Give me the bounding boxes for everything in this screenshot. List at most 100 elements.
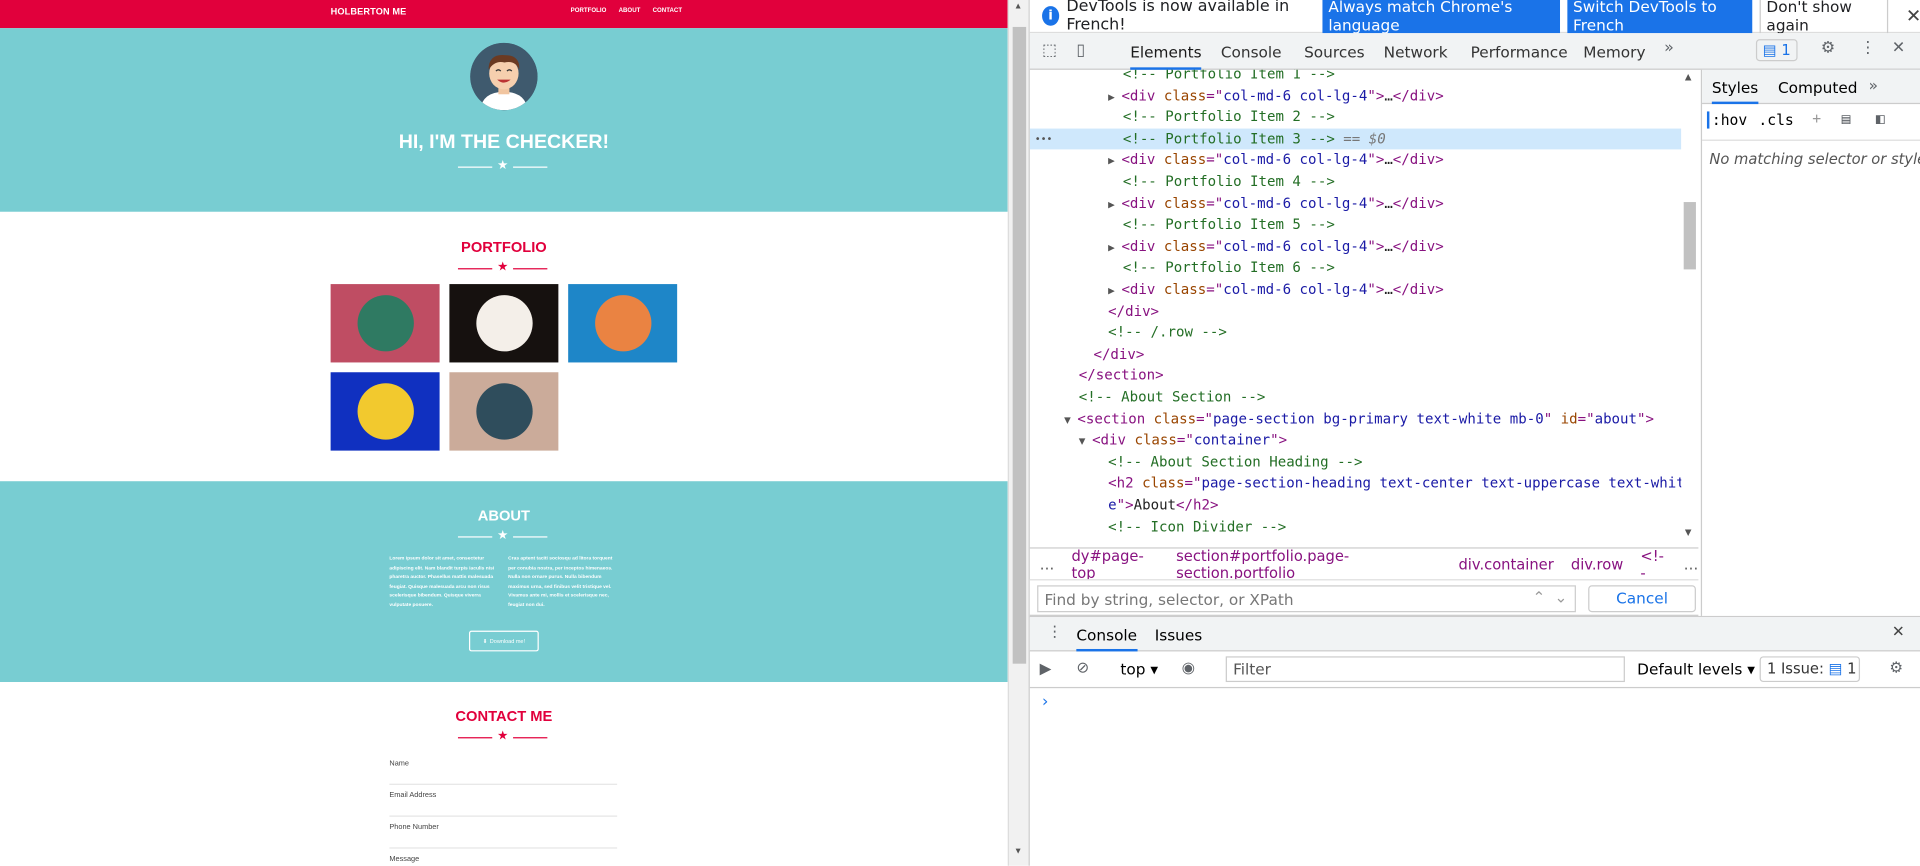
- collapse-triangle-icon[interactable]: ▼: [1079, 436, 1092, 448]
- breadcrumb-item[interactable]: div.row: [1571, 555, 1623, 572]
- tab-performance[interactable]: Performance: [1471, 43, 1568, 61]
- breadcrumb-item[interactable]: div.container: [1458, 555, 1553, 572]
- scroll-up-icon[interactable]: ▲: [1685, 72, 1692, 82]
- portfolio-item-game-controller[interactable]: [568, 284, 678, 363]
- tab-styles[interactable]: Styles: [1711, 78, 1759, 105]
- portfolio-item-submarine[interactable]: [449, 372, 559, 451]
- filter-input[interactable]: Filter: [1225, 656, 1625, 683]
- elements-scrollbar[interactable]: ▲ ▼: [1681, 70, 1698, 545]
- dom-node-line[interactable]: <!-- Portfolio Item 6 -->: [1030, 258, 1681, 280]
- tab-issues[interactable]: Issues: [1155, 626, 1203, 644]
- breadcrumb-item[interactable]: section#portfolio.page-section.portfolio: [1176, 547, 1441, 581]
- dom-node-line[interactable]: <!-- Icon Divider -->: [1030, 516, 1681, 538]
- close-drawer-icon[interactable]: ✕: [1892, 622, 1905, 640]
- contact-heading: CONTACT ME: [455, 707, 553, 725]
- dom-node-line[interactable]: ▶ <div class="col-md-6 col-lg-4">…</div>: [1030, 279, 1681, 301]
- inspect-element-icon[interactable]: ⬚: [1042, 42, 1057, 60]
- message-field[interactable]: Message: [389, 849, 617, 866]
- tab-console-drawer[interactable]: Console: [1076, 626, 1138, 652]
- dom-node-line[interactable]: <!-- Portfolio Item 2 -->: [1030, 107, 1681, 129]
- expand-triangle-icon[interactable]: ▶: [1108, 242, 1121, 254]
- nav-contact-link[interactable]: CONTACT: [653, 7, 682, 14]
- cls-toggle[interactable]: .cls: [1758, 111, 1793, 128]
- dom-node-line[interactable]: ▶ <div class="col-md-6 col-lg-4">…</div>: [1030, 85, 1681, 107]
- dom-node-line[interactable]: <!-- About Section -->: [1030, 387, 1681, 409]
- nav-portfolio-link[interactable]: PORTFOLIO: [571, 7, 607, 14]
- dom-node-line[interactable]: e">About</h2>: [1030, 495, 1681, 517]
- phone-field[interactable]: Phone Number: [389, 817, 618, 849]
- dom-node-line[interactable]: <!-- Portfolio Item 5 -->: [1030, 215, 1681, 237]
- console-settings-icon[interactable]: ⚙: [1889, 658, 1903, 676]
- dom-node-line[interactable]: </section>: [1030, 365, 1681, 387]
- drawer-menu-icon[interactable]: ⋮: [1047, 622, 1062, 640]
- expand-triangle-icon[interactable]: ▶: [1108, 285, 1121, 297]
- dom-node-line[interactable]: ▶ <div class="col-md-6 col-lg-4">…</div>: [1030, 150, 1681, 172]
- cancel-button[interactable]: Cancel: [1588, 585, 1696, 613]
- dom-node-line[interactable]: ▼ <div class="container">: [1030, 430, 1681, 452]
- node-actions-icon[interactable]: •••: [1035, 128, 1053, 150]
- dom-node-line[interactable]: <h2 class="page-section-heading text-cen…: [1030, 473, 1681, 495]
- tab-elements[interactable]: Elements: [1130, 43, 1202, 70]
- settings-gear-icon[interactable]: ⚙: [1821, 39, 1835, 57]
- eye-icon[interactable]: ◉: [1182, 658, 1195, 676]
- tab-network[interactable]: Network: [1384, 43, 1448, 61]
- tab-sources[interactable]: Sources: [1304, 43, 1365, 61]
- dom-node-line[interactable]: <!-- Portfolio Item 1 -->: [1030, 70, 1681, 85]
- brand-link[interactable]: HOLBERTON ME: [331, 6, 407, 17]
- collapse-triangle-icon[interactable]: ▼: [1064, 415, 1077, 427]
- email-field[interactable]: Email Address: [389, 785, 618, 817]
- find-next-icon[interactable]: ⌄: [1555, 588, 1568, 606]
- device-toolbar-icon[interactable]: ▯: [1076, 42, 1085, 60]
- scroll-up-icon[interactable]: ▲: [1014, 2, 1022, 11]
- issues-button[interactable]: 1 Issue: ▤ 1: [1759, 656, 1861, 683]
- nav-about-link[interactable]: ABOUT: [619, 7, 641, 14]
- dom-node-line[interactable]: </div>: [1030, 301, 1681, 323]
- dom-node-line[interactable]: <!-- /.row -->: [1030, 322, 1681, 344]
- new-rule-icon[interactable]: +: [1812, 110, 1821, 127]
- dom-node-line[interactable]: </div>: [1030, 344, 1681, 366]
- hov-toggle[interactable]: :hov: [1706, 111, 1747, 129]
- breadcrumb-item[interactable]: …: [1040, 555, 1055, 572]
- tab-console[interactable]: Console: [1221, 43, 1282, 61]
- dom-node-line[interactable]: ••• <!-- Portfolio Item 3 --> == $0: [1029, 128, 1682, 150]
- sidebar-icon[interactable]: ▶: [1040, 659, 1052, 677]
- name-field[interactable]: Name: [389, 753, 618, 785]
- portfolio-item-safe[interactable]: [330, 372, 440, 451]
- portfolio-item-cabin[interactable]: [330, 284, 440, 363]
- dom-node-line[interactable]: ▶ <div class="col-md-6 col-lg-4">…</div>: [1030, 236, 1681, 258]
- levels-select[interactable]: Default levels ▾: [1637, 660, 1755, 678]
- dom-node-line[interactable]: ▼ <section class="page-section bg-primar…: [1030, 408, 1681, 430]
- close-icon[interactable]: ✕: [1906, 5, 1920, 27]
- dom-node-line[interactable]: <!-- About Section Heading -->: [1030, 452, 1681, 474]
- breadcrumb-item[interactable]: <!--: [1640, 547, 1666, 581]
- portfolio-item-circus-tent[interactable]: [449, 284, 559, 363]
- dom-node-line[interactable]: <!-- Portfolio Item 4 -->: [1030, 171, 1681, 193]
- expand-triangle-icon[interactable]: ▶: [1108, 199, 1121, 211]
- more-tabs-icon[interactable]: »: [1664, 39, 1674, 57]
- tab-computed[interactable]: Computed: [1778, 78, 1858, 96]
- dom-node-line[interactable]: ▶ <div class="col-md-6 col-lg-4">…</div>: [1030, 193, 1681, 215]
- scroll-down-icon[interactable]: ▼: [1014, 847, 1022, 856]
- expand-triangle-icon[interactable]: ▶: [1108, 91, 1121, 103]
- more-tabs-icon[interactable]: »: [1869, 76, 1878, 94]
- download-button[interactable]: ⬇ Download me!: [468, 630, 539, 652]
- tab-memory[interactable]: Memory: [1583, 43, 1645, 61]
- elements-scroll-thumb[interactable]: [1683, 202, 1696, 270]
- breadcrumb-item[interactable]: dy#page-top: [1071, 547, 1159, 581]
- scroll-down-icon[interactable]: ▼: [1685, 528, 1692, 538]
- paint-icon[interactable]: ▤: [1842, 110, 1851, 127]
- clear-console-icon[interactable]: ⊘: [1076, 658, 1089, 676]
- breadcrumb-item[interactable]: …: [1684, 555, 1699, 572]
- issues-badge[interactable]: ▤ 1: [1755, 39, 1798, 62]
- kebab-menu-icon[interactable]: ⋮: [1860, 39, 1876, 57]
- page-scrollbar[interactable]: ▲ ▼: [1007, 0, 1029, 866]
- console-prompt-icon[interactable]: ›: [1042, 693, 1048, 711]
- page-scroll-thumb[interactable]: [1012, 26, 1027, 664]
- context-select[interactable]: top ▾: [1120, 660, 1158, 678]
- expand-triangle-icon[interactable]: ▶: [1108, 156, 1121, 168]
- elements-tree[interactable]: <!-- Portfolio Item 1 --> ▶ <div class="c…: [1029, 70, 1682, 545]
- sidebar-toggle-icon[interactable]: ◧: [1876, 110, 1885, 127]
- find-input[interactable]: Find by string, selector, or XPath ⌃ ⌄: [1037, 585, 1576, 613]
- find-prev-icon[interactable]: ⌃: [1532, 588, 1545, 606]
- close-devtools-icon[interactable]: ✕: [1892, 39, 1905, 57]
